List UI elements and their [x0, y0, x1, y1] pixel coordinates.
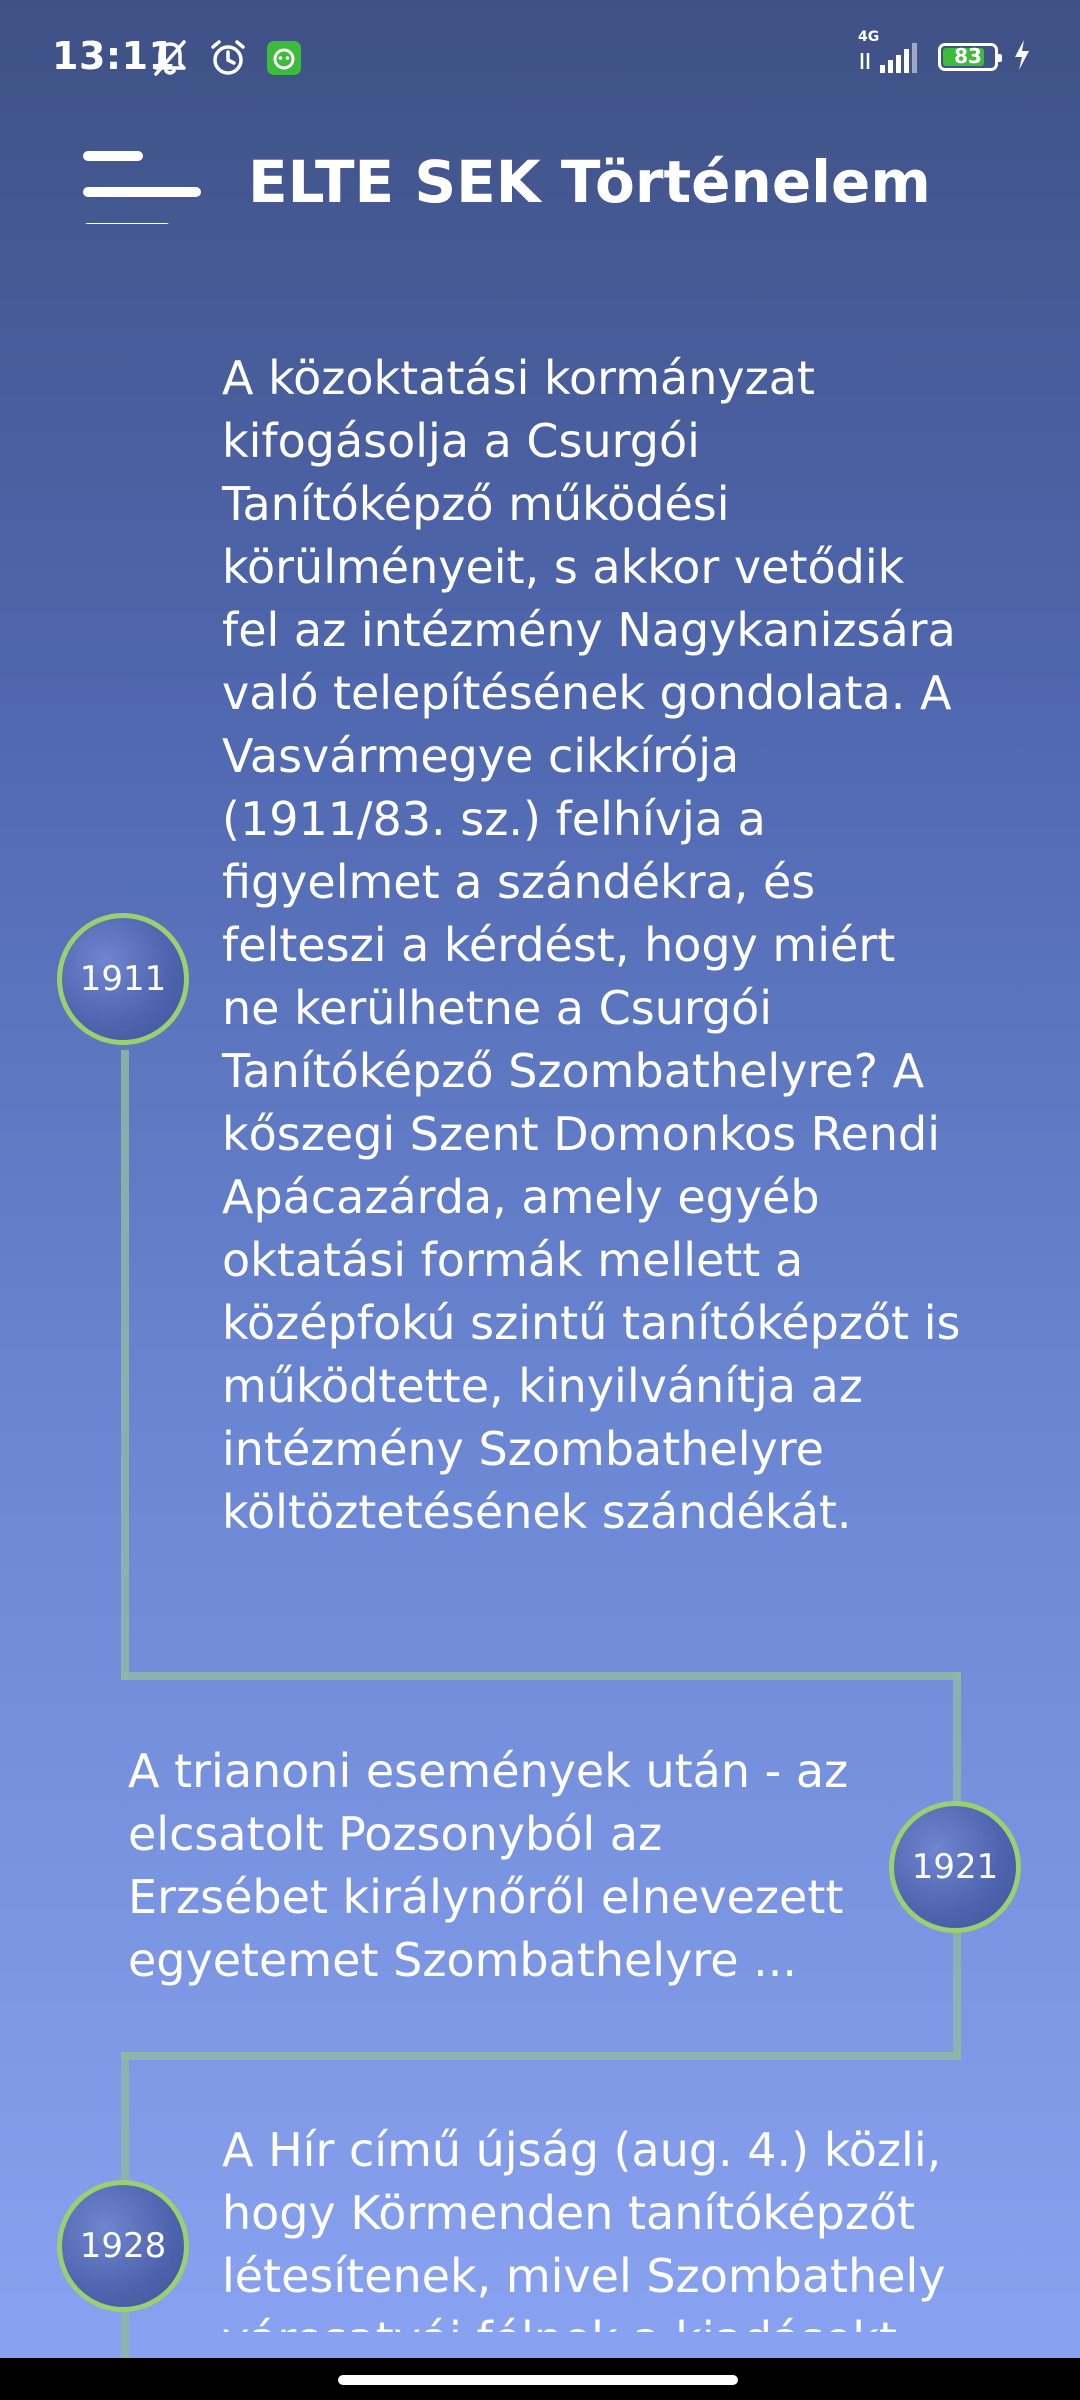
year-marker-1928[interactable]: 1928: [57, 2180, 189, 2312]
mute-bell-icon: [150, 38, 190, 82]
app-notification-icon: [266, 40, 302, 80]
timeline-line: [121, 1050, 129, 1680]
year-marker-1921[interactable]: 1921: [889, 1801, 1021, 1933]
battery-nub: [998, 54, 1002, 62]
timeline-event-text[interactable]: A közoktatási kormányzat kifogásolja a C…: [222, 347, 962, 1544]
battery-percent: 83: [954, 44, 982, 68]
timeline-line: [121, 1672, 961, 1680]
app-bar: ELTE SEK Történelem: [0, 120, 1080, 240]
alarm-icon: [208, 38, 248, 82]
signal-icon: 4G: [858, 29, 924, 75]
home-indicator[interactable]: [338, 2375, 738, 2385]
status-icons-right: 4G 83: [858, 29, 1032, 76]
year-marker-1911[interactable]: 1911: [57, 913, 189, 1045]
timeline-line: [121, 2052, 961, 2060]
charging-icon: [1012, 38, 1032, 76]
app-title: ELTE SEK Történelem: [248, 148, 931, 216]
status-icons-left: [150, 38, 302, 82]
hamburger-menu-icon: [83, 151, 201, 233]
menu-button[interactable]: [80, 134, 204, 233]
timeline-event-text[interactable]: A trianoni események után - az elcsatolt…: [128, 1740, 858, 1992]
timeline-event-text[interactable]: A Hír című újság (aug. 4.) közli, hogy K…: [222, 2119, 962, 2332]
status-bar: 13:11 4G 83: [0, 0, 1080, 120]
battery-icon: 83: [938, 43, 1002, 71]
